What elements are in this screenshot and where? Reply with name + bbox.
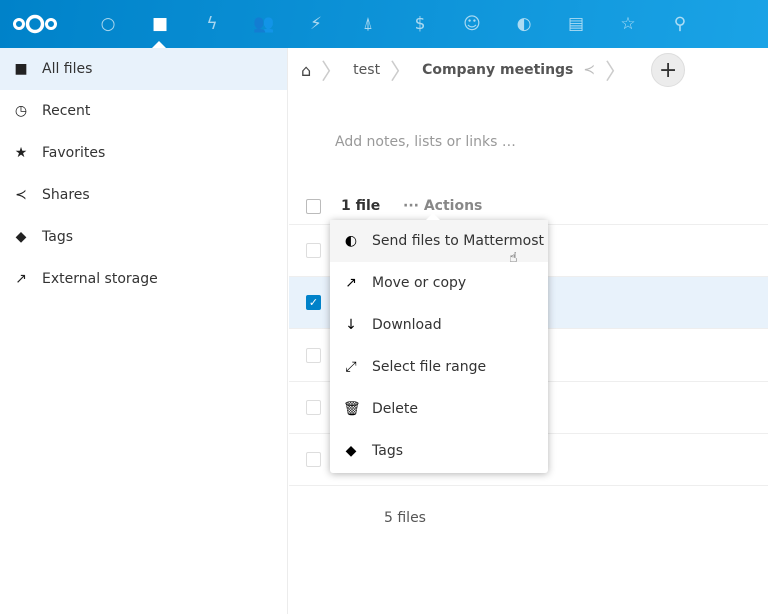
notes-input[interactable]: Add notes, lists or links … — [335, 134, 516, 150]
activity-app-icon[interactable]: ϟ — [200, 12, 224, 36]
cospend-app-icon[interactable]: ☆ — [616, 12, 640, 36]
row-checkbox[interactable] — [306, 400, 321, 415]
deck-app-icon[interactable]: ⚡ — [304, 12, 328, 36]
menu-item-move-copy[interactable]: ↗ Move or copy — [330, 262, 548, 304]
breadcrumb-current[interactable]: Company meetings — [422, 62, 573, 78]
share-icon: ≺ — [15, 187, 27, 203]
clock-icon: ◷ — [14, 103, 28, 119]
maps-app-icon[interactable]: ⚲ — [668, 12, 692, 36]
external-icon: ↗ — [15, 271, 27, 287]
tag-icon: ◆ — [345, 443, 357, 459]
breadcrumb: ⌂ 〉 test 〉 Company meetings ≺ 〉 + — [289, 48, 768, 92]
mattermost-icon: ◐ — [344, 233, 358, 249]
menu-item-select-range[interactable]: ⤢ Select file range — [330, 346, 548, 388]
breadcrumb-separator: 〉 — [390, 60, 413, 85]
sidebar-item-shares[interactable]: ≺ Shares — [0, 174, 287, 216]
row-checkbox[interactable]: ✓ — [306, 295, 321, 310]
file-summary: 5 files — [384, 510, 426, 526]
tag-icon: ◆ — [15, 229, 27, 245]
active-app-caret — [152, 41, 166, 48]
menu-item-download[interactable]: ↓ Download — [330, 304, 548, 346]
row-checkbox[interactable] — [306, 452, 321, 467]
row-checkbox[interactable] — [306, 348, 321, 363]
phonetrack-app-icon[interactable]: ⍋ — [356, 12, 380, 36]
sidebar-item-recent[interactable]: ◷ Recent — [0, 90, 287, 132]
breadcrumb-separator: 〉 — [605, 60, 628, 85]
row-checkbox[interactable] — [306, 243, 321, 258]
sidebar: ■ All files ◷ Recent ★ Favorites ≺ Shares ◆ T… — [0, 48, 288, 614]
breadcrumb-test[interactable]: test — [353, 62, 380, 78]
nextcloud-logo[interactable] — [12, 12, 58, 36]
home-icon[interactable]: ⌂ — [301, 61, 311, 80]
trash-icon: 🗑 — [343, 401, 361, 417]
new-button[interactable]: + — [651, 53, 686, 87]
menu-item-tags[interactable]: ◆ Tags — [330, 430, 548, 472]
download-icon: ↓ — [345, 317, 357, 333]
menu-item-delete[interactable]: 🗑 Delete — [330, 388, 548, 430]
money-app-icon[interactable]: $ — [408, 12, 432, 36]
stack-app-icon[interactable]: ▤ — [564, 12, 588, 36]
star-icon: ★ — [14, 145, 28, 161]
contacts-app-icon[interactable]: 👥 — [252, 12, 276, 36]
selected-count: 1 file — [341, 198, 381, 214]
sidebar-item-favorites[interactable]: ★ Favorites — [0, 132, 287, 174]
share-icon[interactable]: ≺ — [583, 62, 595, 78]
pointer-cursor-icon: ☝ — [509, 250, 518, 266]
sidebar-item-all-files[interactable]: ■ All files — [0, 48, 287, 90]
range-icon: ⤢ — [345, 359, 357, 375]
mattermost-app-icon[interactable]: ◐ — [512, 12, 536, 36]
actions-button[interactable]: ··· Actions — [403, 198, 482, 214]
sidebar-item-external-storage[interactable]: ↗ External storage — [0, 258, 287, 300]
folder-icon: ■ — [14, 61, 28, 77]
files-app-icon[interactable]: ■ — [148, 12, 172, 36]
external-link-icon: ↗ — [345, 275, 357, 291]
top-bar: ○ ■ ϟ 👥 ⚡ ⍋ $ ☺ ◐ ▤ ☆ ⚲ — [0, 0, 768, 48]
dashboard-app-icon[interactable]: ○ — [96, 12, 120, 36]
talk-app-icon[interactable]: ☺ — [460, 12, 484, 36]
breadcrumb-separator: 〉 — [321, 60, 344, 85]
select-all-checkbox[interactable] — [306, 198, 321, 214]
sidebar-item-tags[interactable]: ◆ Tags — [0, 216, 287, 258]
